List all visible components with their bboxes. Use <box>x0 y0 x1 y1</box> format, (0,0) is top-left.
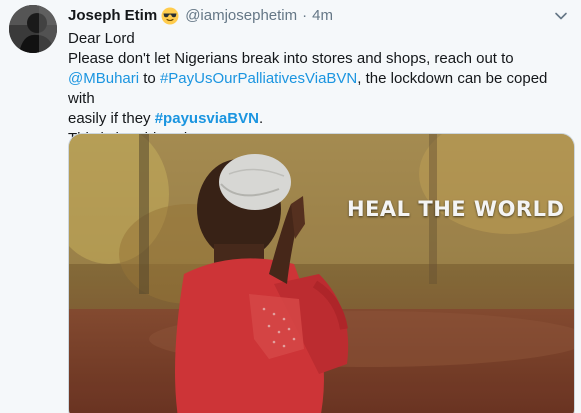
avatar[interactable] <box>9 5 57 53</box>
hashtag-link[interactable]: #PayUsOurPalliativesViaBVN <box>160 70 357 87</box>
tweet-text-segment: Please don't let Nigerians break into st… <box>68 50 514 67</box>
tweet-line-1: Dear Lord <box>68 30 135 47</box>
tweet-text: Dear Lord Please don't let Nigerians bre… <box>68 29 573 149</box>
mention-link[interactable]: @MBuhari <box>68 70 139 87</box>
chevron-down-icon[interactable] <box>553 8 569 24</box>
child-praying-photo <box>69 134 574 413</box>
author-name[interactable]: Joseph Etim <box>68 6 157 26</box>
tweet-card[interactable]: Joseph Etim @iamjosephetim · 4m Dear Lor… <box>0 0 581 413</box>
tweet-text-segment: to <box>139 70 160 87</box>
tweet-content: Joseph Etim @iamjosephetim · 4m Dear Lor… <box>68 5 573 149</box>
avatar-image <box>9 5 57 53</box>
author-handle[interactable]: @iamjosephetim <box>185 6 297 26</box>
tweet-line-3: @MBuhari to #PayUsOurPalliativesViaBVN, … <box>68 69 573 109</box>
tweet-header: Joseph Etim @iamjosephetim · 4m <box>68 5 573 27</box>
tweet-line-2: Please don't let Nigerians break into st… <box>68 49 573 69</box>
hashtag-link[interactable]: #payusviaBVN <box>155 110 259 127</box>
tweet-media-image[interactable]: HEAL THE WORLD <box>68 133 575 413</box>
tweet-text-segment: easily if they <box>68 110 155 127</box>
tweet-timestamp[interactable]: 4m <box>312 6 333 26</box>
sunglasses-emoji-icon <box>161 7 179 25</box>
tweet-text-segment: . <box>258 110 264 127</box>
tweet-line-4: easily if they #payusviaBVN. <box>68 109 573 129</box>
separator-dot: · <box>302 7 308 24</box>
media-overlay-text: HEAL THE WORLD <box>347 197 565 221</box>
